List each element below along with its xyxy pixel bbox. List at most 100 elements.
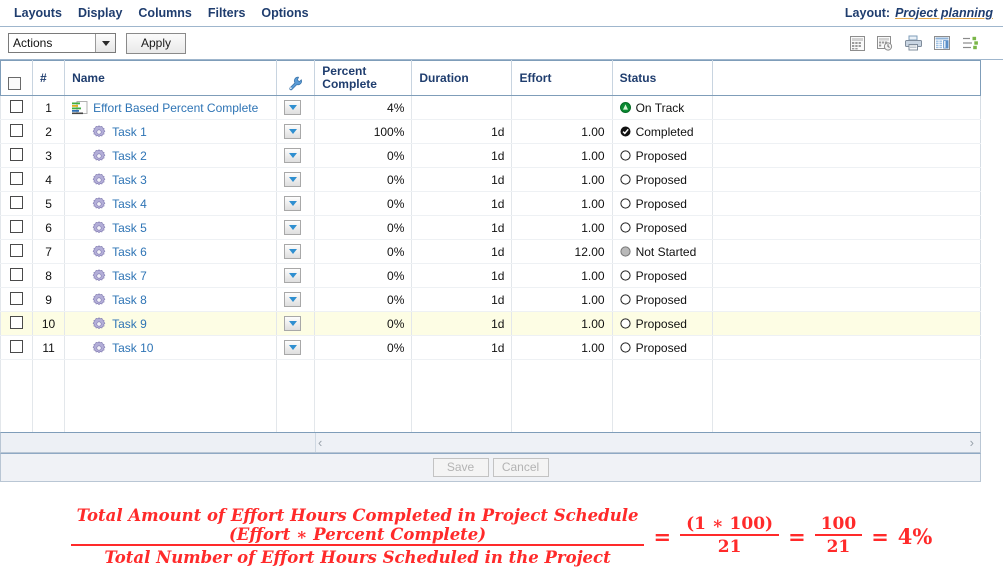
row-duration-cell[interactable]: 1d xyxy=(411,263,513,288)
row-menu-button[interactable] xyxy=(284,340,302,355)
layout-link[interactable]: Project planning xyxy=(895,6,993,20)
row-status-cell[interactable]: Not Started xyxy=(612,239,713,264)
row-status-cell[interactable]: Proposed xyxy=(612,167,713,192)
menu-item-columns[interactable]: Columns xyxy=(130,4,199,22)
row-menu-cell[interactable] xyxy=(276,311,316,336)
row-name-cell[interactable]: Task 8 xyxy=(64,287,278,312)
row-select-cell[interactable] xyxy=(0,263,34,288)
row-select-cell[interactable] xyxy=(0,239,34,264)
row-menu-cell[interactable] xyxy=(276,215,316,240)
row-menu-button[interactable] xyxy=(284,100,302,115)
row-effort-cell[interactable]: 1.00 xyxy=(511,119,613,144)
row-menu-button[interactable] xyxy=(284,268,302,283)
row-checkbox[interactable] xyxy=(10,315,24,329)
row-select-cell[interactable] xyxy=(0,167,34,192)
row-effort-cell[interactable]: 1.00 xyxy=(511,215,613,240)
row-name-link[interactable]: Task 5 xyxy=(112,221,147,235)
row-effort-cell[interactable]: 1.00 xyxy=(511,335,613,360)
actions-select[interactable]: Actions xyxy=(8,33,116,53)
save-button[interactable]: Save xyxy=(432,457,489,477)
row-percent-complete-cell[interactable]: 0% xyxy=(314,263,413,288)
column-header-number[interactable]: # xyxy=(32,60,66,96)
row-status-cell[interactable]: Proposed xyxy=(612,191,713,216)
row-name-cell[interactable]: Task 5 xyxy=(64,215,278,240)
row-effort-cell[interactable]: 1.00 xyxy=(511,311,613,336)
row-checkbox[interactable] xyxy=(10,99,24,113)
row-duration-cell[interactable] xyxy=(411,95,513,120)
menu-item-layouts[interactable]: Layouts xyxy=(6,4,70,22)
row-menu-cell[interactable] xyxy=(276,263,316,288)
row-name-cell[interactable]: Effort Based Percent Complete xyxy=(64,95,278,120)
row-duration-cell[interactable]: 1d xyxy=(411,239,513,264)
row-checkbox[interactable] xyxy=(10,339,24,353)
row-name-link[interactable]: Task 1 xyxy=(112,125,147,139)
row-percent-complete-cell[interactable]: 0% xyxy=(314,239,413,264)
row-status-cell[interactable]: On Track xyxy=(612,95,713,120)
row-select-cell[interactable] xyxy=(0,335,34,360)
row-name-link[interactable]: Task 3 xyxy=(112,173,147,187)
row-name-cell[interactable]: Task 9 xyxy=(64,311,278,336)
row-name-link[interactable]: Task 6 xyxy=(112,245,147,259)
row-effort-cell[interactable]: 1.00 xyxy=(511,143,613,168)
row-status-cell[interactable]: Proposed xyxy=(612,287,713,312)
column-header-duration[interactable]: Duration xyxy=(411,60,513,96)
row-duration-cell[interactable]: 1d xyxy=(411,191,513,216)
row-name-link[interactable]: Task 7 xyxy=(112,269,147,283)
row-menu-button[interactable] xyxy=(284,316,302,331)
row-checkbox[interactable] xyxy=(10,123,24,137)
menu-item-display[interactable]: Display xyxy=(70,4,130,22)
row-percent-complete-cell[interactable]: 0% xyxy=(314,215,413,240)
row-status-cell[interactable]: Proposed xyxy=(612,335,713,360)
row-name-cell[interactable]: Task 3 xyxy=(64,167,278,192)
row-effort-cell[interactable]: 12.00 xyxy=(511,239,613,264)
table-row[interactable]: 11 Task 10 0% 1d 1.00 Proposed xyxy=(0,335,982,360)
row-menu-cell[interactable] xyxy=(276,335,316,360)
menu-item-filters[interactable]: Filters xyxy=(200,4,254,22)
row-checkbox[interactable] xyxy=(10,147,24,161)
table-row[interactable]: 9 Task 8 0% 1d 1.00 Proposed xyxy=(0,287,982,312)
row-checkbox[interactable] xyxy=(10,219,24,233)
row-name-link[interactable]: Task 8 xyxy=(112,293,147,307)
row-effort-cell[interactable]: 1.00 xyxy=(511,191,613,216)
row-checkbox[interactable] xyxy=(10,243,24,257)
row-menu-cell[interactable] xyxy=(276,119,316,144)
column-header-effort[interactable]: Effort xyxy=(511,60,613,96)
column-header-select-all[interactable] xyxy=(0,60,34,96)
row-select-cell[interactable] xyxy=(0,191,34,216)
scroll-left-arrow[interactable]: ‹ xyxy=(318,434,322,452)
row-percent-complete-cell[interactable]: 0% xyxy=(314,287,413,312)
row-status-cell[interactable]: Proposed xyxy=(612,143,713,168)
row-effort-cell[interactable] xyxy=(511,95,613,120)
row-name-link[interactable]: Task 10 xyxy=(112,341,153,355)
row-status-cell[interactable]: Proposed xyxy=(612,311,713,336)
row-menu-cell[interactable] xyxy=(276,95,316,120)
row-name-link[interactable]: Task 2 xyxy=(112,149,147,163)
row-name-link[interactable]: Effort Based Percent Complete xyxy=(93,101,258,115)
row-menu-button[interactable] xyxy=(284,220,302,235)
select-all-checkbox[interactable] xyxy=(8,76,21,90)
row-effort-cell[interactable]: 1.00 xyxy=(511,263,613,288)
row-percent-complete-cell[interactable]: 0% xyxy=(314,311,413,336)
scroll-right-arrow[interactable]: › xyxy=(970,434,974,452)
table-row[interactable]: 8 Task 7 0% 1d 1.00 Proposed xyxy=(0,263,982,288)
row-status-cell[interactable]: Proposed xyxy=(612,215,713,240)
row-select-cell[interactable] xyxy=(0,143,34,168)
row-status-cell[interactable]: Proposed xyxy=(612,263,713,288)
row-name-cell[interactable]: Task 2 xyxy=(64,143,278,168)
cancel-button[interactable]: Cancel xyxy=(492,457,549,477)
row-name-link[interactable]: Task 9 xyxy=(112,317,147,331)
horizontal-scrollbar[interactable]: ‹ › xyxy=(0,431,981,453)
list-settings-icon[interactable] xyxy=(962,36,979,51)
column-header-status[interactable]: Status xyxy=(612,60,713,96)
row-select-cell[interactable] xyxy=(0,311,34,336)
row-effort-cell[interactable]: 1.00 xyxy=(511,167,613,192)
row-name-cell[interactable]: Task 6 xyxy=(64,239,278,264)
row-select-cell[interactable] xyxy=(0,95,34,120)
column-header-settings[interactable] xyxy=(276,60,316,96)
row-checkbox[interactable] xyxy=(10,195,24,209)
row-percent-complete-cell[interactable]: 100% xyxy=(314,119,413,144)
row-menu-cell[interactable] xyxy=(276,167,316,192)
table-row[interactable]: 7 Task 6 0% 1d 12.00 Not Started xyxy=(0,239,982,264)
table-row[interactable]: 10 Task 9 0% 1d 1.00 Proposed xyxy=(0,311,982,336)
row-percent-complete-cell[interactable]: 0% xyxy=(314,167,413,192)
